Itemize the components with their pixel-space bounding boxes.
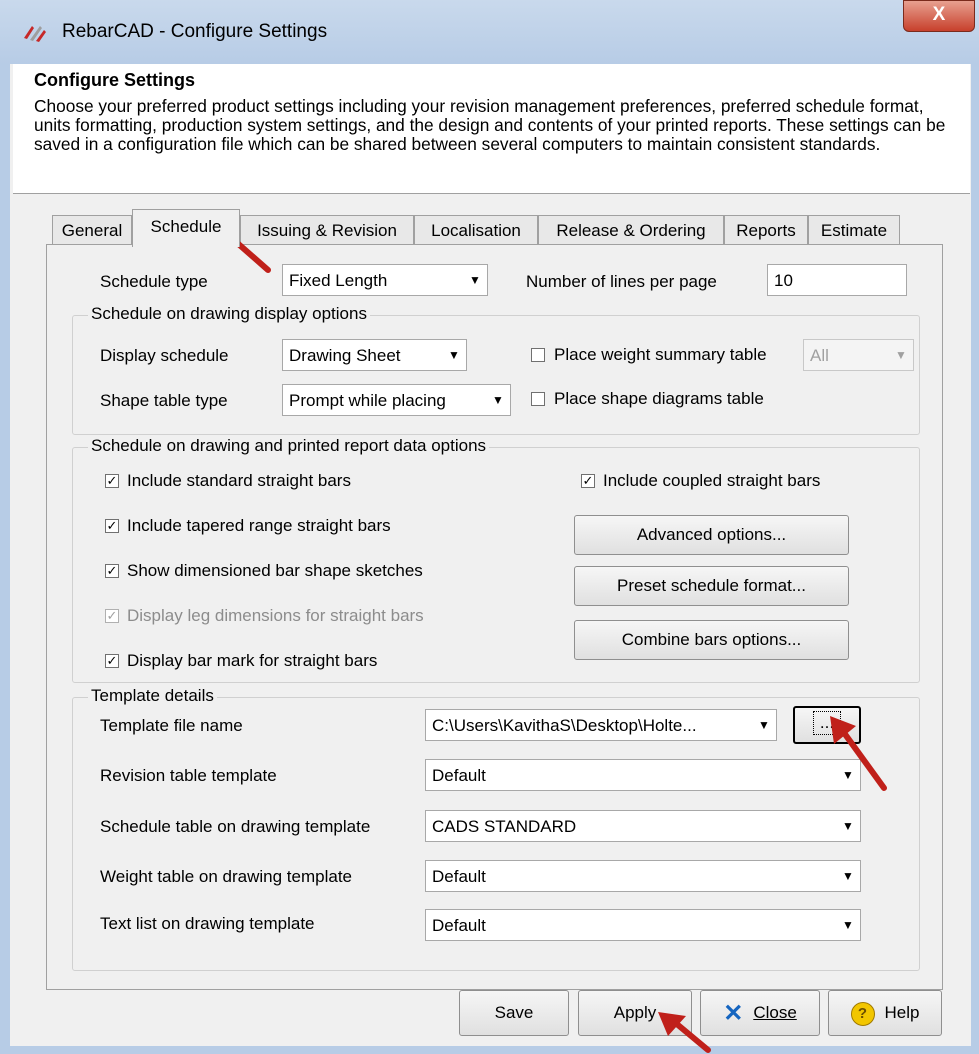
display-schedule-select[interactable]: Drawing Sheet ▼ bbox=[282, 339, 467, 371]
weight-summary-checkbox[interactable] bbox=[531, 348, 545, 362]
tab-label: Issuing & Revision bbox=[257, 221, 397, 240]
chevron-down-icon: ▼ bbox=[895, 348, 907, 362]
browse-label: ... bbox=[812, 711, 842, 735]
save-button[interactable]: Save bbox=[459, 990, 569, 1036]
tab-reports[interactable]: Reports bbox=[724, 215, 808, 245]
close-x-icon: ✕ bbox=[723, 999, 744, 1027]
window-title: RebarCAD - Configure Settings bbox=[62, 21, 328, 42]
text-list-template-select[interactable]: Default ▼ bbox=[425, 909, 861, 941]
show-shape-sketches-label: Show dimensioned bar shape sketches bbox=[127, 561, 423, 580]
help-button[interactable]: ? Help bbox=[828, 990, 942, 1036]
tab-label: Estimate bbox=[820, 221, 888, 240]
combine-bars-options-button[interactable]: Combine bars options... bbox=[574, 620, 849, 660]
help-icon: ? bbox=[850, 1001, 875, 1026]
weight-summary-label: Place weight summary table bbox=[554, 345, 767, 364]
page-title: Configure Settings bbox=[34, 70, 195, 90]
rebarcad-app-icon bbox=[24, 26, 46, 42]
chevron-down-icon: ▼ bbox=[758, 718, 770, 732]
template-file-name-label: Template file name bbox=[100, 716, 243, 735]
display-leg-dimensions-label: Display leg dimensions for straight bars bbox=[127, 606, 424, 625]
schedule-table-template-select[interactable]: CADS STANDARD ▼ bbox=[425, 810, 861, 842]
weight-table-template-select[interactable]: Default ▼ bbox=[425, 860, 861, 892]
window-frame-bottom bbox=[0, 1046, 979, 1054]
window-close-button[interactable]: X bbox=[903, 0, 975, 32]
weight-summary-value: All bbox=[810, 346, 829, 365]
apply-button[interactable]: Apply bbox=[578, 990, 692, 1036]
include-coupled-bars-checkbox[interactable]: ✓ bbox=[581, 474, 595, 488]
tab-general[interactable]: General bbox=[52, 215, 132, 245]
chevron-down-icon: ▼ bbox=[842, 918, 854, 932]
revision-table-template-value: Default bbox=[432, 766, 486, 785]
revision-table-template-label: Revision table template bbox=[100, 766, 277, 785]
window-frame-left bbox=[0, 64, 10, 1054]
lines-per-page-input[interactable]: 10 bbox=[767, 264, 907, 296]
lines-per-page-value: 10 bbox=[774, 271, 793, 290]
close-button[interactable]: ✕ Close bbox=[700, 990, 820, 1036]
shape-table-type-value: Prompt while placing bbox=[289, 391, 446, 410]
weight-table-template-value: Default bbox=[432, 867, 486, 886]
include-coupled-bars-label: Include coupled straight bars bbox=[603, 471, 821, 490]
weight-summary-select[interactable]: All ▼ bbox=[803, 339, 914, 371]
chevron-down-icon: ▼ bbox=[842, 819, 854, 833]
shape-table-type-label: Shape table type bbox=[100, 391, 228, 410]
display-options-group bbox=[72, 315, 920, 435]
window-frame-right bbox=[971, 64, 979, 1054]
advanced-options-button[interactable]: Advanced options... bbox=[574, 515, 849, 555]
tab-schedule[interactable]: Schedule bbox=[132, 209, 240, 247]
display-leg-dimensions-checkbox: ✓ bbox=[105, 608, 119, 623]
schedule-type-label: Schedule type bbox=[100, 272, 208, 291]
chevron-down-icon: ▼ bbox=[842, 768, 854, 782]
display-bar-mark-label: Display bar mark for straight bars bbox=[127, 651, 378, 670]
chevron-down-icon: ▼ bbox=[492, 393, 504, 407]
shape-diagrams-label: Place shape diagrams table bbox=[554, 389, 764, 408]
tab-label: Reports bbox=[736, 221, 796, 240]
display-bar-mark-checkbox[interactable]: ✓ bbox=[105, 654, 119, 668]
lines-per-page-label: Number of lines per page bbox=[526, 272, 717, 291]
show-shape-sketches-checkbox[interactable]: ✓ bbox=[105, 564, 119, 578]
include-standard-bars-label: Include standard straight bars bbox=[127, 471, 351, 490]
include-standard-bars-checkbox[interactable]: ✓ bbox=[105, 474, 119, 488]
shape-diagrams-checkbox[interactable] bbox=[531, 392, 545, 406]
schedule-type-value: Fixed Length bbox=[289, 271, 388, 290]
page-description: Choose your preferred product settings i… bbox=[34, 96, 946, 154]
weight-table-template-label: Weight table on drawing template bbox=[100, 867, 353, 886]
configure-settings-window: RebarCAD - Configure Settings X Configur… bbox=[0, 0, 979, 1054]
help-label: Help bbox=[884, 1003, 920, 1022]
data-options-group-title: Schedule on drawing and printed report d… bbox=[88, 436, 490, 456]
browse-template-button[interactable]: ... bbox=[793, 706, 861, 744]
schedule-type-select[interactable]: Fixed Length ▼ bbox=[282, 264, 488, 296]
shape-table-type-select[interactable]: Prompt while placing ▼ bbox=[282, 384, 511, 416]
include-tapered-bars-label: Include tapered range straight bars bbox=[127, 516, 391, 535]
schedule-table-template-value: CADS STANDARD bbox=[432, 817, 577, 836]
template-file-name-value: C:\Users\KavithaS\Desktop\Holte... bbox=[432, 716, 697, 735]
template-file-name-select[interactable]: C:\Users\KavithaS\Desktop\Holte... ▼ bbox=[425, 709, 777, 741]
display-schedule-label: Display schedule bbox=[100, 346, 229, 365]
tab-release-ordering[interactable]: Release & Ordering bbox=[538, 215, 724, 245]
chevron-down-icon: ▼ bbox=[448, 348, 460, 362]
chevron-down-icon: ▼ bbox=[842, 869, 854, 883]
tab-label: General bbox=[61, 221, 123, 240]
chevron-down-icon: ▼ bbox=[469, 273, 481, 287]
tab-issuing-revision[interactable]: Issuing & Revision bbox=[240, 215, 414, 245]
template-details-group-title: Template details bbox=[88, 686, 217, 706]
tab-label: Localisation bbox=[431, 221, 521, 240]
text-list-template-value: Default bbox=[432, 916, 486, 935]
display-schedule-value: Drawing Sheet bbox=[289, 346, 401, 365]
tab-estimate[interactable]: Estimate bbox=[808, 215, 900, 245]
close-x-icon: X bbox=[932, 4, 946, 25]
close-label: Close bbox=[753, 1003, 797, 1022]
tab-label: Release & Ordering bbox=[556, 221, 706, 240]
schedule-table-template-label: Schedule table on drawing template bbox=[100, 817, 371, 836]
tab-localisation[interactable]: Localisation bbox=[414, 215, 538, 245]
tab-label: Schedule bbox=[150, 217, 222, 236]
revision-table-template-select[interactable]: Default ▼ bbox=[425, 759, 861, 791]
preset-schedule-format-button[interactable]: Preset schedule format... bbox=[574, 566, 849, 606]
display-options-group-title: Schedule on drawing display options bbox=[88, 304, 370, 324]
text-list-template-label: Text list on drawing template bbox=[100, 914, 315, 933]
title-bar[interactable]: RebarCAD - Configure Settings X bbox=[0, 0, 979, 64]
include-tapered-bars-checkbox[interactable]: ✓ bbox=[105, 519, 119, 533]
